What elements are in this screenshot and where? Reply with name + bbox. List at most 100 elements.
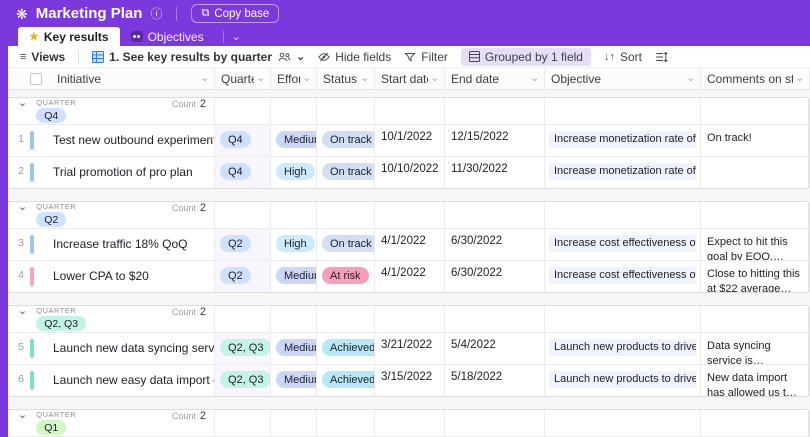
chevron-down-icon[interactable]: ⌄ (796, 73, 804, 84)
tab-key-results[interactable]: ★ Key results (18, 27, 120, 46)
row-number[interactable]: 2 (12, 163, 30, 177)
end-date-cell[interactable]: 12/15/2022 (445, 125, 545, 156)
objective-linked-record[interactable]: Launch new products to drive increase in… (549, 339, 696, 356)
comments-cell[interactable]: New data import has allowed us to increa… (701, 365, 809, 396)
chevron-down-icon[interactable]: ⌄ (303, 73, 311, 84)
quarter-cell[interactable]: Q2, Q3 (215, 365, 271, 396)
objective-cell[interactable]: Increase cost effectiveness of paid mark… (545, 261, 701, 292)
initiative-cell[interactable]: 6 Launch new easy data import on mobile (8, 365, 215, 396)
objective-cell[interactable]: Increase monetization rate of new users … (545, 157, 701, 188)
column-header-quarter[interactable]: Quarter⌄ (215, 68, 271, 89)
column-header-initiative[interactable]: Initiative ⌄ (8, 68, 215, 89)
comments-cell[interactable]: Expect to hit this goal by EOQ, currentl… (701, 229, 809, 260)
column-header-status[interactable]: Status ⌄ (317, 68, 375, 89)
copy-base-button[interactable]: ⧉ Copy base (191, 4, 280, 23)
chevron-down-icon[interactable]: ⌄ (431, 73, 439, 84)
objective-linked-record[interactable]: Increase cost effectiveness of paid mark… (549, 235, 696, 252)
start-date-cell[interactable]: 10/1/2022 (375, 125, 445, 156)
quarter-cell[interactable]: Q4 (215, 157, 271, 188)
comments-cell[interactable]: Close to hitting this at $22 average CPA… (701, 261, 809, 292)
status-cell[interactable]: Achieved (317, 365, 375, 396)
start-date-cell[interactable]: 4/1/2022 (375, 261, 445, 292)
status-cell[interactable]: On track (317, 157, 375, 188)
objective-linked-record[interactable]: Increase cost effectiveness of paid mark… (549, 267, 696, 284)
objective-cell[interactable]: Launch new products to drive increase in… (545, 365, 701, 396)
column-header-end-date[interactable]: End date ⌄ (445, 68, 545, 89)
record-group: ⌄ QUARTER Q2 Count 2 3 Increase traffic 18% Qo… (8, 201, 810, 293)
comments-cell[interactable]: On track! (701, 125, 809, 156)
end-date-cell[interactable]: 5/18/2022 (445, 365, 545, 396)
group-collapse-chevron-icon[interactable]: ⌄ (18, 306, 27, 317)
view-switcher-button[interactable]: 1. See key results by quarter ⌄ (92, 50, 305, 64)
chevron-down-icon[interactable]: ⌄ (687, 73, 695, 84)
initiative-cell[interactable]: 4 Lower CPA to $20 (8, 261, 215, 292)
chevron-down-icon[interactable]: ⌄ (531, 73, 539, 84)
initiative-cell[interactable]: 3 Increase traffic 18% QoQ (8, 229, 215, 260)
status-cell[interactable]: On track (317, 125, 375, 156)
end-date-cell[interactable]: 5/4/2022 (445, 333, 545, 364)
tab-objectives[interactable]: Objectives (120, 27, 215, 46)
group-button[interactable]: Grouped by 1 field (460, 47, 591, 66)
start-date-cell[interactable]: 4/1/2022 (375, 229, 445, 260)
row-number[interactable]: 6 (12, 371, 30, 385)
comments-cell[interactable] (701, 157, 809, 188)
status-cell[interactable]: Achieved (317, 333, 375, 364)
tabs-chevron-down-icon[interactable]: ⌄ (232, 30, 241, 43)
row-number[interactable]: 5 (12, 339, 30, 353)
start-date-cell[interactable]: 3/15/2022 (375, 365, 445, 396)
comments-cell[interactable]: Data syncing service is attributing a 13… (701, 333, 809, 364)
sort-button[interactable]: ↓↑ Sort (604, 50, 642, 64)
quarter-cell[interactable]: Q2 (215, 229, 271, 260)
column-header-comments-on-status[interactable]: Comments on status⌄ (701, 68, 810, 89)
filter-button[interactable]: Filter (404, 50, 448, 64)
quarter-cell[interactable]: Q4 (215, 125, 271, 156)
group-header-cell[interactable]: ⌄ QUARTER Q2 Count 2 (8, 202, 215, 228)
effort-cell[interactable]: Medium (271, 261, 317, 292)
objective-linked-record[interactable]: Increase monetization rate of new users … (549, 163, 696, 180)
start-date-cell[interactable]: 3/21/2022 (375, 333, 445, 364)
initiative-cell[interactable]: 1 Test new outbound experiments (8, 125, 215, 156)
objective-cell[interactable]: Increase monetization rate of new users … (545, 125, 701, 156)
objective-cell[interactable]: Increase cost effectiveness of paid mark… (545, 229, 701, 260)
base-icon[interactable]: ❋ (16, 7, 28, 21)
group-collapse-chevron-icon[interactable]: ⌄ (18, 202, 27, 213)
chevron-down-icon[interactable]: ⌄ (257, 73, 265, 84)
objective-linked-record[interactable]: Launch new products to drive increase in… (549, 371, 696, 388)
column-header-effort[interactable]: Effort⌄ (271, 68, 317, 89)
row-number[interactable]: 1 (12, 131, 30, 145)
group-collapse-chevron-icon[interactable]: ⌄ (18, 410, 27, 421)
status-cell[interactable]: On track (317, 229, 375, 260)
status-cell[interactable]: At risk (317, 261, 375, 292)
group-header-cell[interactable]: ⌄ QUARTER Q1 Count 2 (8, 410, 215, 436)
effort-cell[interactable]: Medium (271, 365, 317, 396)
column-header-start-date[interactable]: Start date⌄ (375, 68, 445, 89)
group-collapse-chevron-icon[interactable]: ⌄ (18, 98, 27, 109)
column-header-objective[interactable]: Objective ⌄ (545, 68, 701, 89)
end-date-cell[interactable]: 11/30/2022 (445, 157, 545, 188)
row-number[interactable]: 4 (12, 267, 30, 281)
views-button[interactable]: ≡ Views (20, 50, 65, 64)
info-icon[interactable]: ⓘ (150, 5, 162, 22)
group-header-cell[interactable]: ⌄ QUARTER Q4 Count 2 (8, 98, 215, 124)
group-header-cell[interactable]: ⌄ QUARTER Q2, Q3 Count 2 (8, 306, 215, 332)
quarter-cell[interactable]: Q2, Q3 (215, 333, 271, 364)
objective-linked-record[interactable]: Increase monetization rate of new users … (549, 131, 696, 148)
end-date-cell[interactable]: 6/30/2022 (445, 229, 545, 260)
row-height-button[interactable] (655, 51, 668, 63)
quarter-cell[interactable]: Q2 (215, 261, 271, 292)
chevron-down-icon[interactable]: ⌄ (361, 73, 369, 84)
initiative-cell[interactable]: 2 Trial promotion of pro plan (8, 157, 215, 188)
initiative-cell[interactable]: 5 Launch new data syncing service (8, 333, 215, 364)
chevron-down-icon[interactable]: ⌄ (201, 73, 209, 84)
select-all-checkbox[interactable] (30, 72, 42, 85)
start-date-cell[interactable]: 10/10/2022 (375, 157, 445, 188)
effort-cell[interactable]: High (271, 229, 317, 260)
effort-cell[interactable]: Medium (271, 125, 317, 156)
objective-cell[interactable]: Launch new products to drive increase in… (545, 333, 701, 364)
hide-fields-button[interactable]: Hide fields (318, 50, 391, 64)
views-label: Views (31, 49, 66, 64)
effort-cell[interactable]: High (271, 157, 317, 188)
row-number[interactable]: 3 (12, 235, 30, 249)
end-date-cell[interactable]: 6/30/2022 (445, 261, 545, 292)
effort-cell[interactable]: Medium (271, 333, 317, 364)
